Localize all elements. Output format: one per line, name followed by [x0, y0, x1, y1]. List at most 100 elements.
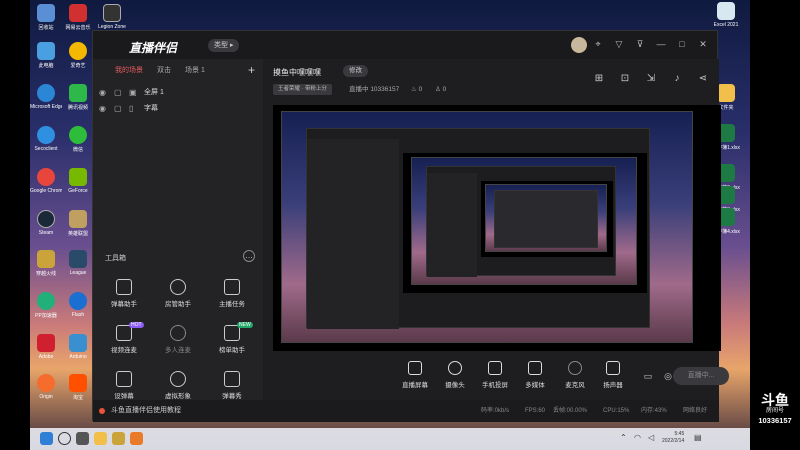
douyu-icon[interactable] — [130, 432, 143, 445]
share-icon[interactable]: ⋖ — [697, 73, 709, 85]
title-bar: 直播伴侣 类型 ▸ ▭ ⌖ ▽ ⊽ — □ ✕ — [93, 31, 717, 59]
media-button[interactable]: 多媒体 — [515, 361, 555, 389]
new-badge: NEW — [237, 322, 253, 328]
add-scene-button[interactable]: + — [248, 63, 255, 77]
close-icon[interactable]: ✕ — [697, 38, 709, 50]
tab-scene-1[interactable]: 场景 1 — [185, 65, 205, 75]
desktop-icon[interactable]: Google Chrome — [30, 168, 62, 194]
more-icon[interactable]: … — [243, 250, 255, 262]
screen-capture-button[interactable]: 直播屏幕 — [395, 361, 435, 389]
tool-danmu-show[interactable]: 弹幕秀 — [207, 371, 257, 400]
source-item[interactable]: ◉ ▢ ▯ 字幕 — [99, 101, 158, 115]
wifi-icon[interactable]: ◠ — [634, 434, 641, 442]
file-explorer-icon[interactable] — [94, 432, 107, 445]
desktop-icon[interactable]: GeForce — [62, 168, 94, 194]
modify-button[interactable]: 修改 — [343, 65, 368, 77]
category-tag[interactable]: 王者荣耀 · 带粉上分 — [273, 84, 332, 95]
desktop-icon[interactable]: Legion Zone — [96, 4, 128, 30]
task-view-icon[interactable] — [76, 432, 89, 445]
lock-icon[interactable]: ▢ — [114, 88, 123, 97]
microphone-button[interactable]: 麦克风 — [555, 361, 595, 389]
tool-danmu-assistant[interactable]: 弹幕助手 — [99, 279, 149, 308]
record-icon[interactable]: ▭ — [643, 371, 653, 381]
eye-icon[interactable]: ◉ — [99, 88, 108, 97]
tool-label: 主播任务 — [219, 301, 245, 308]
eye-icon[interactable]: ◎ — [663, 371, 673, 381]
danmu-icon — [116, 279, 132, 295]
desktop-icon[interactable]: Arduino — [62, 334, 94, 360]
tool-label: 房管助手 — [165, 301, 191, 308]
tool-room-admin[interactable]: 房管助手 — [153, 279, 203, 308]
tutorial-link[interactable]: 斗鱼直播伴侣使用教程 — [93, 400, 263, 422]
desktop-icon[interactable]: Origin — [30, 374, 62, 400]
bitrate: 码率:0kb/s — [481, 408, 510, 414]
wechat-icon — [69, 126, 87, 144]
desktop-icon[interactable]: 网易云音乐 — [62, 4, 94, 31]
tool-multi-link[interactable]: 多人连麦 — [153, 325, 203, 354]
tab-double-click[interactable]: 双击 — [157, 65, 171, 75]
tool-rank-assistant[interactable]: NEW 榜单助手 — [207, 322, 257, 354]
minimize-icon[interactable]: — — [655, 38, 667, 50]
pin-icon[interactable]: ⌖ — [592, 38, 604, 50]
lock-icon[interactable]: ⊡ — [619, 73, 631, 85]
tab-my-scene[interactable]: 我的场景 — [115, 65, 143, 75]
speaker-button[interactable]: 扬声器 — [593, 361, 633, 389]
desktop-icon-label: 网易云音乐 — [65, 25, 91, 31]
windows-start-icon[interactable] — [40, 432, 53, 445]
tool-avatar[interactable]: 虚拟形象 — [153, 371, 203, 400]
desktop-icon[interactable]: 淘宝 — [62, 374, 94, 401]
desktop-icon[interactable]: 回收站 — [30, 4, 62, 31]
desktop-icon[interactable]: 微信 — [62, 126, 94, 153]
lol-icon — [69, 210, 87, 228]
bell-icon[interactable]: ♪ — [671, 73, 683, 85]
screen-frame: 回收站 网易云音乐 Legion Zone 此电脑 爱奇艺 Microsoft … — [0, 0, 800, 450]
stream-preview[interactable] — [273, 105, 721, 351]
maximize-icon[interactable]: □ — [676, 38, 688, 50]
go-live-button[interactable]: 直播中... — [673, 367, 729, 385]
export-icon[interactable]: ⇲ — [645, 73, 657, 85]
desktop-icon[interactable]: League — [62, 250, 94, 276]
desktop-icon[interactable]: 英雄联盟 — [62, 210, 94, 237]
desktop-icon[interactable]: Steam — [30, 210, 62, 236]
microphone-icon — [568, 361, 582, 375]
notification-icon[interactable]: ▤ — [694, 434, 702, 442]
phone-cast-button[interactable]: 手机投屏 — [475, 361, 515, 389]
hot-value: 0 — [418, 86, 423, 93]
tray-chevron-icon[interactable]: ⌃ — [620, 434, 627, 442]
desktop-icon[interactable]: Secoclient — [30, 126, 62, 152]
desktop-icon[interactable]: 此电脑 — [30, 42, 62, 69]
desktop-icon[interactable]: 爱奇艺 — [62, 42, 94, 69]
preview-nested-window-3 — [494, 190, 598, 248]
volume-icon[interactable]: ◁ — [648, 434, 654, 442]
desktop-icon[interactable]: 腾讯视频 — [62, 84, 94, 111]
status-text: 直播中 — [349, 86, 369, 93]
preview-nested-window — [306, 128, 650, 329]
layout-icon[interactable]: ⊞ — [593, 73, 605, 85]
tool-set-danmu[interactable]: 设弹幕 — [99, 371, 149, 400]
type-button[interactable]: 类型 ▸ — [208, 39, 240, 52]
source-item-label: 字幕 — [144, 105, 158, 112]
filter-icon[interactable]: ⊽ — [634, 38, 646, 50]
source-item[interactable]: ◉ ▢ ▣ 全屏 1 — [99, 85, 164, 99]
message-icon[interactable]: ▭ — [571, 38, 583, 50]
tool-label: 榜单助手 — [219, 347, 245, 354]
tool-video-link[interactable]: HOT 视频连麦 — [99, 322, 149, 354]
app-logo: 直播伴侣 — [129, 41, 178, 55]
desktop-icon[interactable]: Excel 2021 — [710, 2, 742, 28]
clock-date: 2022/2/14 — [662, 438, 685, 444]
lock-icon[interactable]: ▢ — [114, 104, 123, 113]
shirt-icon[interactable]: ▽ — [613, 38, 625, 50]
desktop-icon[interactable]: PP加速器 — [30, 292, 62, 319]
desktop-icon[interactable]: Flash — [62, 292, 94, 318]
douyu-watermark: 斗鱼 房间号 10336157 — [752, 393, 798, 426]
camera-button[interactable]: 摄像头 — [435, 361, 475, 389]
search-icon[interactable] — [58, 432, 71, 445]
league-icon — [69, 250, 87, 268]
desktop-icon[interactable]: 穿越火线 — [30, 250, 62, 277]
tool-host-task[interactable]: 主播任务 — [207, 279, 257, 308]
clock[interactable]: 5:45 2022/2/14 — [662, 431, 684, 445]
eye-icon[interactable]: ◉ — [99, 104, 108, 113]
desktop-icon[interactable]: Adobe — [30, 334, 62, 360]
desktop-icon[interactable]: Microsoft Edge — [30, 84, 62, 110]
game-icon[interactable] — [112, 432, 125, 445]
